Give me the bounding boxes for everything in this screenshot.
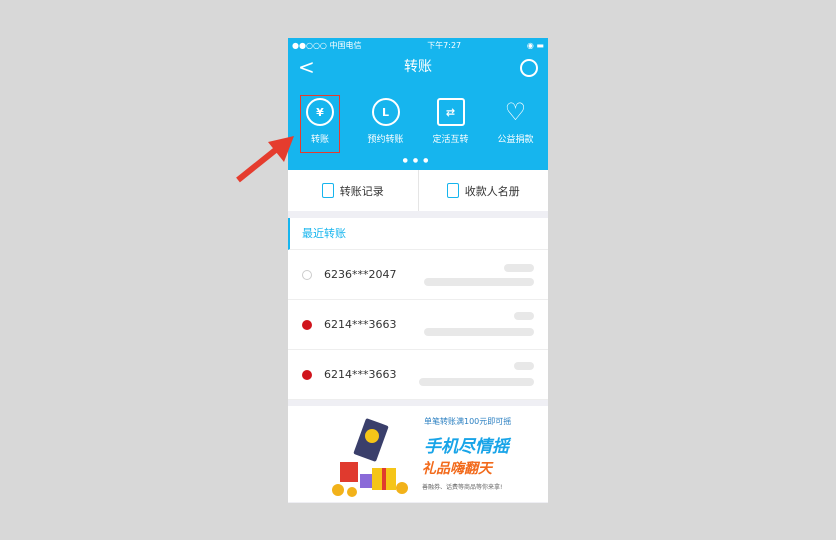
- bank-icon: [302, 269, 312, 280]
- blurred-name: [514, 312, 534, 320]
- phone-screen: ●●○○○ 中国电信 下午7:27 ◉ ▬ < 转账 ¥ 转账 L 预约转账 ⇄ 定活…: [288, 38, 548, 503]
- time: 下午7:27: [427, 40, 462, 50]
- grid-label: 转账: [310, 135, 329, 145]
- header: ●●○○○ 中国电信 下午7:27 ◉ ▬ < 转账 ¥ 转账 L 预约转账 ⇄ 定活…: [288, 38, 548, 170]
- recent-item[interactable]: 6214***3663: [288, 350, 548, 400]
- exchange-icon: ⇄: [436, 98, 465, 126]
- clock-icon: L: [371, 98, 400, 126]
- promo-line-4: 善融券、话费等商品等你来拿!: [422, 484, 503, 491]
- transfer-records-button[interactable]: 转账记录: [288, 170, 418, 211]
- grid-label: 定活互转: [432, 135, 469, 145]
- promo-line-2: 手机尽情摇: [424, 437, 509, 457]
- customer-service-icon[interactable]: [520, 59, 538, 77]
- page-indicator: ●●●: [402, 157, 434, 164]
- contacts-icon: [446, 183, 459, 198]
- function-grid: ¥ 转账 L 预约转账 ⇄ 定活互转 ♡ 公益捐款: [288, 94, 548, 154]
- quick-buttons: 转账记录 收款人名册: [288, 170, 548, 211]
- blurred-name: [504, 264, 534, 272]
- document-icon: [321, 183, 334, 198]
- grid-label: 公益捐款: [497, 135, 534, 145]
- nav-bar: < 转账: [288, 52, 548, 82]
- button-label: 收款人名册: [464, 184, 520, 198]
- blurred-bank: [424, 328, 534, 336]
- account-number: 6214***3663: [324, 368, 397, 381]
- bank-icon: [302, 319, 312, 330]
- red-arrow-annotation: [236, 136, 294, 183]
- heart-icon: ♡: [504, 98, 527, 126]
- carrier: ●●○○○ 中国电信: [292, 40, 362, 50]
- recent-item[interactable]: 6214***3663: [288, 300, 548, 350]
- bank-icon: [302, 369, 312, 380]
- page-title: 转账: [404, 59, 432, 75]
- grid-item-transfer[interactable]: ¥ 转账: [299, 94, 341, 154]
- promo-line-1: 单笔转账满100元即可摇: [424, 417, 512, 426]
- blurred-bank: [424, 278, 534, 286]
- promo-banner[interactable]: 单笔转账满100元即可摇 手机尽情摇 礼品嗨翻天 善融券、话费等商品等你来拿!: [288, 406, 548, 502]
- grid-item-charity[interactable]: ♡ 公益捐款: [483, 94, 548, 154]
- account-number: 6236***2047: [324, 268, 397, 281]
- grid-label: 预约转账: [367, 135, 404, 145]
- gift-illustration: [332, 416, 408, 497]
- grid-item-scheduled-transfer[interactable]: L 预约转账: [353, 94, 418, 154]
- status-bar: ●●○○○ 中国电信 下午7:27 ◉ ▬: [288, 38, 548, 52]
- battery-icon: ◉ ▬: [526, 40, 544, 50]
- blurred-name: [514, 362, 534, 370]
- recent-transfers-title: 最近转账: [288, 218, 548, 250]
- promo-line-3: 礼品嗨翻天: [422, 461, 492, 477]
- blurred-bank: [419, 378, 534, 386]
- button-label: 转账记录: [339, 184, 384, 198]
- back-button[interactable]: <: [298, 52, 315, 82]
- grid-item-fixed-current-transfer[interactable]: ⇄ 定活互转: [418, 94, 483, 154]
- payee-list-button[interactable]: 收款人名册: [417, 170, 549, 211]
- account-number: 6214***3663: [324, 318, 397, 331]
- yen-cycle-icon: ¥: [306, 98, 334, 126]
- recent-item[interactable]: 6236***2047: [288, 250, 548, 300]
